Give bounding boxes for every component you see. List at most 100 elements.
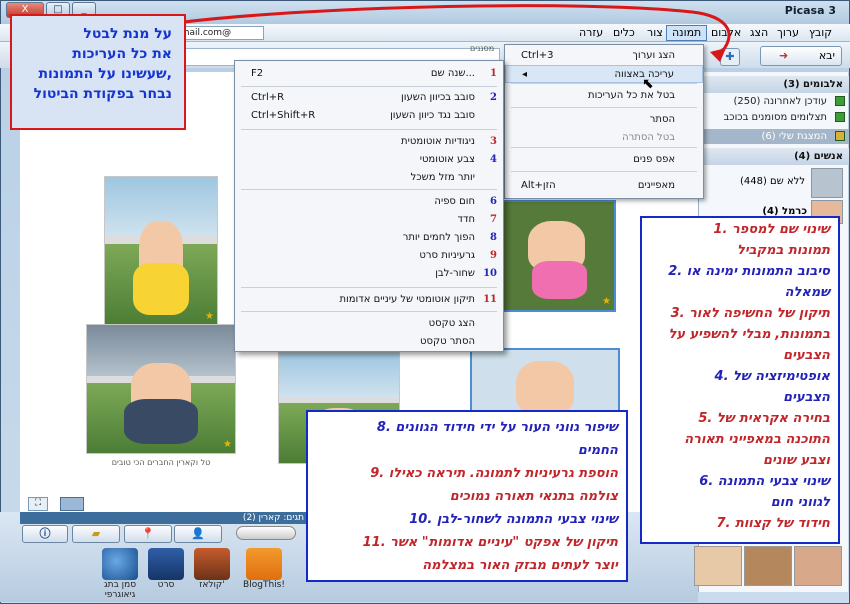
star-icon: ★ (205, 311, 214, 322)
batch-menu-item[interactable]: הסתר טקסט (235, 333, 503, 351)
picture-menu-item[interactable]: Alt+הזן מאפיינים (505, 177, 703, 195)
menu-item-label: יותר מזל משכל (410, 172, 475, 183)
batch-menu-item[interactable]: הצג טקסט (235, 315, 503, 333)
picture-menu-item[interactable]: בטל הסתרה (505, 129, 703, 147)
tags-label: תגים: קארין (2) (20, 512, 310, 524)
movie-icon[interactable] (148, 548, 184, 580)
menu-item-label: תיקון אוטומטי של עיניים אדומות (339, 294, 475, 305)
import-button[interactable]: יבא ➜ (760, 46, 842, 66)
star-icon: ★ (223, 439, 232, 450)
item-number: 8 (490, 232, 497, 243)
batch-menu-item[interactable]: חום ספיה 6 (235, 193, 503, 211)
picture-menu-item[interactable]: ◂ עריכה באצווה (505, 65, 703, 83)
photo-caption: טל וקארין החברים הכי טובים (111, 458, 211, 467)
fullscreen-icon[interactable]: ⛶ (28, 497, 48, 511)
note-line: צולמה בתנאי תאורה נמוכים (449, 489, 618, 504)
zoom-slider[interactable] (236, 526, 296, 540)
menu-item-shortcut: Ctrl+Shift+R (251, 110, 316, 121)
batch-menu-item[interactable]: תיקון אוטומטי של עיניים אדומות 11 (235, 291, 503, 309)
menu-item-shortcut: Ctrl+R (251, 92, 285, 103)
menu-separator (241, 86, 497, 87)
menu-edit[interactable]: ערוך (772, 25, 804, 41)
blogthis-caption: BlogThis! (243, 580, 285, 590)
picture-menu: Ctrl+3 הצג וערוך ◂ עריכה באצווה בטל את כל הע… (504, 44, 704, 199)
photo-thumbnail-selected[interactable]: ★ (502, 200, 616, 312)
star-icon: ★ (602, 296, 611, 307)
menu-item-label: גרעיניות סרט (419, 250, 475, 261)
batch-menu-item[interactable]: Ctrl+Shift+R סובב נגד כיוון השעון (235, 107, 503, 125)
tag-button[interactable]: ▰ (72, 525, 120, 543)
picture-menu-item[interactable]: אפס פנים (505, 151, 703, 169)
menu-item-label: הסתר (649, 114, 675, 125)
note-line: לגווני חום (770, 495, 830, 510)
note-line: 4. אופטימיזציה של (714, 369, 830, 384)
geotag-icon[interactable] (102, 548, 138, 580)
app-title: Picasa 3 (784, 4, 836, 17)
note-line: 5. בחירה אקראית של (698, 411, 830, 426)
collage-icon[interactable] (194, 548, 230, 580)
album-icon (835, 112, 845, 122)
note-line: נבחר בפקודת הביטול (33, 86, 172, 102)
people-view-icon[interactable] (60, 497, 84, 511)
geotag-button[interactable]: 📍 (124, 525, 172, 543)
album-my-slideshow[interactable]: המצגת שלי (6) (699, 129, 849, 144)
albums-section-header[interactable]: אלבומים (3) (699, 76, 849, 93)
note-line: 9. הוספת גרעיניות לתמונה. תיראה כאילו (370, 466, 618, 481)
menu-file[interactable]: קובץ (804, 25, 837, 41)
batch-menu-item[interactable]: חדד 7 (235, 211, 503, 229)
batch-menu-item[interactable]: הפוך לחמים יותר 8 (235, 229, 503, 247)
photo-thumbnail[interactable]: ★ (86, 324, 236, 454)
batch-menu-item[interactable]: גרעיניות סרט 9 (235, 247, 503, 265)
batch-menu-item[interactable]: Ctrl+R סובב בכיוון השעון 2 (235, 89, 503, 107)
batch-menu-item[interactable]: יותר מזל משכל (235, 169, 503, 187)
import-label: יבא (818, 49, 835, 62)
batch-menu-item[interactable]: ניגודיות אוטומטית 3 (235, 133, 503, 151)
tray-thumbnail[interactable] (694, 546, 742, 586)
batch-menu-item[interactable]: שחור-לבן 10 (235, 265, 503, 283)
photo-thumbnail[interactable]: ★ (104, 176, 218, 326)
info-icon: ⓘ (39, 527, 51, 540)
batch-edit-submenu: F2 שנה שם... 1 Ctrl+R סובב בכיוון השעון 2 Ctrl… (234, 60, 504, 352)
item-number: 10 (483, 268, 497, 279)
note-line: את כל העריכות (72, 46, 172, 62)
unnamed-person-avatar[interactable] (811, 168, 843, 198)
menu-view[interactable]: הצג (745, 25, 773, 41)
tray-thumbnail[interactable] (794, 546, 842, 586)
item-number: 7 (490, 214, 497, 225)
menu-item-label: אפס פנים (633, 154, 675, 165)
album-recently-updated[interactable]: עודכן לאחרונה (250) (699, 94, 849, 109)
note-line: בתמונות, מבלי להשפיע על (668, 327, 830, 342)
people-button[interactable]: 👤 (174, 525, 222, 543)
note-line: יוצר לעתים מבזק האור במצלמה (422, 558, 618, 573)
menu-item-label: בטל את כל העריכות (588, 90, 675, 101)
picture-menu-item[interactable]: הסתר (505, 111, 703, 129)
item-number: 6 (490, 196, 497, 207)
note-line: 7. חידוד של קצוות (716, 516, 830, 531)
note-line: 11. תיקון של אפקט "עיניים אדומות" אשר (362, 535, 618, 550)
mouse-cursor-icon: ⬉ (642, 76, 654, 92)
menu-separator (241, 189, 497, 190)
batch-menu-item[interactable]: F2 שנה שם... 1 (235, 65, 503, 83)
people-unnamed[interactable]: ללא שם (448) (705, 176, 805, 187)
note-line: הצבעים (783, 348, 830, 363)
info-button[interactable]: ⓘ (22, 525, 68, 543)
note-line: 3. תיקון של החשיפה לאור (670, 306, 830, 321)
note-line: 10. שינוי צבעי התמונה לשחור-לבן (409, 512, 618, 527)
note-line: 1. שינוי שם למספר (713, 222, 830, 237)
item-number: 2 (490, 92, 497, 103)
item-number: 11 (483, 294, 497, 305)
tag-icon: ▰ (91, 527, 101, 540)
menu-item-label: מאפיינים (637, 180, 675, 191)
item-number: 9 (490, 250, 497, 261)
item-number: 4 (490, 154, 497, 165)
menu-item-label: חדד (457, 214, 475, 225)
tray-thumbnail[interactable] (744, 546, 792, 586)
picture-menu-item[interactable]: בטל את כל העריכות (505, 87, 703, 105)
blogger-icon[interactable] (246, 548, 282, 580)
batch-menu-item[interactable]: צבע אוטומטי 4 (235, 151, 503, 169)
people-section-header[interactable]: אנשים (4) (699, 148, 849, 165)
annotation-arrow (183, 4, 731, 62)
cancel-edits-note: על מנת לבטל את כל העריכות שעשינו על התמו… (10, 14, 186, 130)
album-starred[interactable]: תצלומים מסומנים בכוכב (699, 110, 849, 125)
menu-separator (511, 107, 697, 108)
